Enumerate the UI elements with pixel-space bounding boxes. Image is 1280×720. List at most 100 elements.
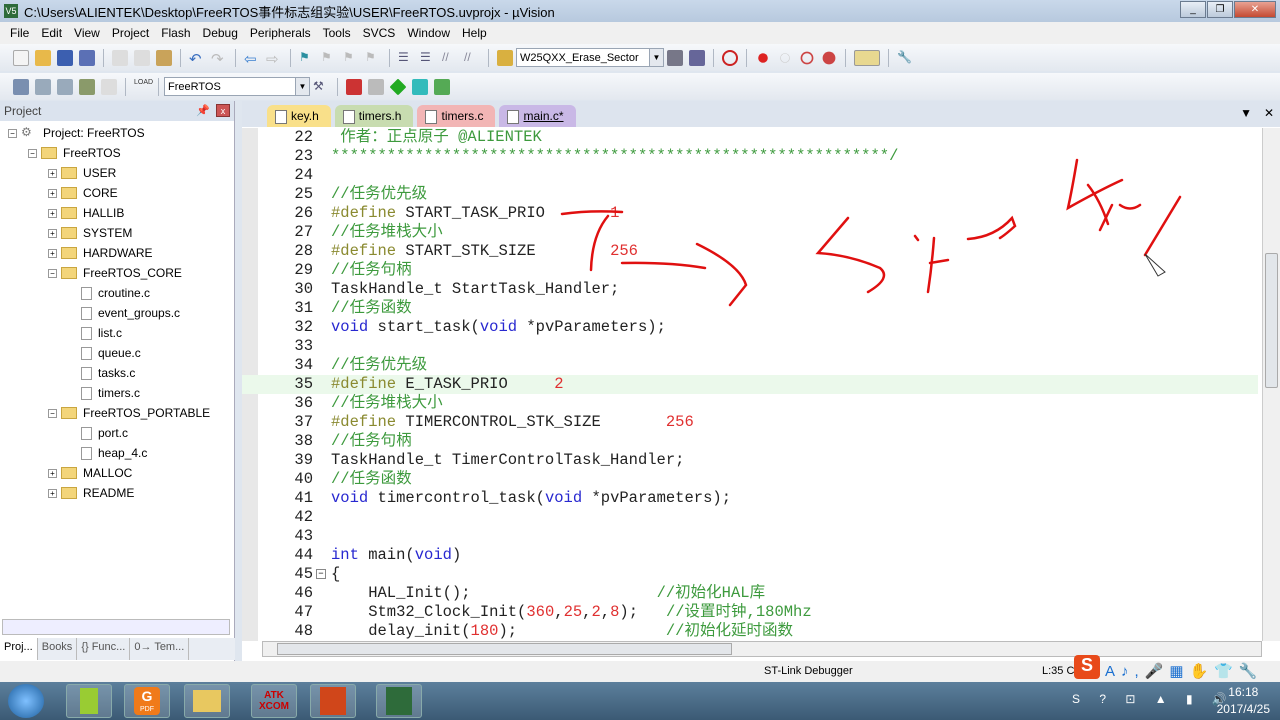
code-line[interactable]: 27 //任务堆栈大小 bbox=[242, 223, 1258, 242]
tree-item[interactable]: port.c bbox=[0, 423, 232, 443]
open-file-icon[interactable] bbox=[35, 49, 51, 66]
manage-components-icon[interactable] bbox=[346, 78, 362, 95]
panel-tab[interactable]: Proj... bbox=[0, 638, 38, 660]
comment-icon[interactable]: // bbox=[442, 50, 458, 66]
code-line[interactable]: 26 #define START_TASK_PRIO 1 bbox=[242, 204, 1258, 223]
expand-icon[interactable]: + bbox=[48, 228, 57, 238]
next-bookmark-icon[interactable]: ⚑ bbox=[343, 50, 359, 66]
menu-edit[interactable]: Edit bbox=[35, 26, 68, 40]
navigate-forward-icon[interactable]: ⇨ bbox=[266, 50, 282, 68]
close-editor-icon[interactable]: ✕ bbox=[1264, 106, 1274, 120]
code-line[interactable]: 42 bbox=[242, 508, 1258, 527]
new-file-icon[interactable] bbox=[13, 49, 29, 66]
target-combo[interactable]: FreeRTOS ▼ bbox=[164, 77, 310, 96]
project-horizontal-scrollbar[interactable] bbox=[2, 619, 230, 635]
taskbar-app-pdf[interactable]: G PDF bbox=[124, 684, 170, 718]
breakpoint-icon[interactable] bbox=[758, 52, 768, 63]
redo-icon[interactable]: ↷ bbox=[211, 50, 227, 68]
paste-icon[interactable] bbox=[156, 49, 172, 66]
undo-icon[interactable]: ↶ bbox=[189, 50, 205, 68]
tree-item[interactable]: croutine.c bbox=[0, 283, 232, 303]
panel-tab[interactable]: Books bbox=[38, 638, 78, 660]
tree-item[interactable]: + README bbox=[0, 483, 232, 503]
clock[interactable]: 16:18 2017/4/25 bbox=[1217, 684, 1270, 718]
tree-item[interactable]: − FreeRTOS_CORE bbox=[0, 263, 232, 283]
find-icon[interactable] bbox=[667, 49, 683, 66]
panel-tab[interactable]: {} Func... bbox=[77, 638, 131, 660]
tree-item[interactable]: timers.c bbox=[0, 383, 232, 403]
code-line[interactable]: 40 //任务函数 bbox=[242, 470, 1258, 489]
menu-svcs[interactable]: SVCS bbox=[357, 26, 402, 40]
navigate-back-icon[interactable]: ⇦ bbox=[244, 50, 260, 68]
chevron-down-icon[interactable]: ▼ bbox=[295, 78, 309, 95]
menu-debug[interactable]: Debug bbox=[197, 26, 244, 40]
save-icon[interactable] bbox=[57, 49, 73, 66]
kill-all-breakpoints-icon[interactable] bbox=[822, 51, 836, 64]
menu-view[interactable]: View bbox=[68, 26, 106, 40]
expand-icon[interactable]: + bbox=[48, 208, 57, 218]
chevron-down-icon[interactable]: ▼ bbox=[649, 49, 663, 66]
tree-item[interactable]: list.c bbox=[0, 323, 232, 343]
panel-tab[interactable]: 0→ Tem... bbox=[130, 638, 190, 660]
configure-icon[interactable]: 🔧 bbox=[897, 50, 913, 66]
tree-item[interactable]: + SYSTEM bbox=[0, 223, 232, 243]
horizontal-scroll-thumb[interactable] bbox=[277, 643, 732, 655]
menu-file[interactable]: File bbox=[4, 26, 35, 40]
collapse-icon[interactable]: − bbox=[8, 128, 17, 138]
translate-icon[interactable] bbox=[13, 78, 29, 95]
code-line[interactable]: 24 bbox=[242, 166, 1258, 185]
editor-tab[interactable]: timers.h bbox=[334, 105, 414, 127]
incremental-find-icon[interactable] bbox=[689, 49, 705, 66]
code-line[interactable]: 36 //任务堆栈大小 bbox=[242, 394, 1258, 413]
batch-build-icon[interactable] bbox=[79, 78, 95, 95]
expand-icon[interactable]: + bbox=[48, 468, 57, 478]
tree-item[interactable]: − FreeRTOS_PORTABLE bbox=[0, 403, 232, 423]
debug-session-icon[interactable] bbox=[722, 49, 738, 66]
disable-all-breakpoints-icon[interactable] bbox=[800, 51, 814, 64]
load-icon[interactable]: LOAD bbox=[134, 79, 153, 95]
build-icon[interactable] bbox=[35, 78, 51, 95]
code-line[interactable]: 30 TaskHandle_t StartTask_Handler; bbox=[242, 280, 1258, 299]
code-line[interactable]: 41 void timercontrol_task(void *pvParamet… bbox=[242, 489, 1258, 508]
code-line[interactable]: 29 //任务句柄 bbox=[242, 261, 1258, 280]
stop-build-icon[interactable] bbox=[101, 78, 117, 95]
code-line[interactable]: 33 bbox=[242, 337, 1258, 356]
taskbar-app-explorer[interactable] bbox=[184, 684, 230, 718]
code-line[interactable]: 28 #define START_STK_SIZE 256 bbox=[242, 242, 1258, 261]
editor-horizontal-scrollbar[interactable] bbox=[262, 641, 1262, 657]
rebuild-icon[interactable] bbox=[57, 78, 73, 95]
pin-icon[interactable]: 📌 bbox=[196, 104, 210, 117]
taskbar-app-notepadpp[interactable] bbox=[66, 684, 112, 718]
close-button[interactable]: ✕ bbox=[1234, 1, 1276, 18]
collapse-icon[interactable]: − bbox=[48, 408, 57, 418]
expand-icon[interactable]: + bbox=[48, 488, 57, 498]
expand-icon[interactable]: + bbox=[48, 168, 57, 178]
indent-icon[interactable]: ☰ bbox=[398, 50, 414, 66]
bookmark-icon[interactable]: ⚑ bbox=[299, 50, 315, 66]
taskbar-app-xcom[interactable]: ATK XCOM bbox=[251, 684, 297, 718]
menu-window[interactable]: Window bbox=[401, 26, 456, 40]
unindent-icon[interactable]: ☰ bbox=[420, 50, 436, 66]
code-line[interactable]: 43 bbox=[242, 527, 1258, 546]
tree-item[interactable]: queue.c bbox=[0, 343, 232, 363]
restore-button[interactable]: ❐ bbox=[1207, 1, 1233, 18]
tree-item[interactable]: tasks.c bbox=[0, 363, 232, 383]
expand-icon[interactable]: + bbox=[48, 248, 57, 258]
tree-item[interactable]: + HARDWARE bbox=[0, 243, 232, 263]
save-all-icon[interactable] bbox=[79, 49, 95, 66]
tree-item[interactable]: − FreeRTOS bbox=[0, 143, 232, 163]
taskbar-app-powerpoint[interactable] bbox=[310, 684, 356, 718]
code-line[interactable]: 35 #define E_TASK_PRIO 2 bbox=[242, 375, 1258, 394]
tree-item[interactable]: heap_4.c bbox=[0, 443, 232, 463]
uncomment-icon[interactable]: // bbox=[464, 50, 480, 66]
menu-flash[interactable]: Flash bbox=[155, 26, 196, 40]
code-line[interactable]: 38 //任务句柄 bbox=[242, 432, 1258, 451]
expand-icon[interactable]: + bbox=[48, 188, 57, 198]
taskbar-app-uvision[interactable] bbox=[376, 684, 422, 718]
minimize-button[interactable]: _ bbox=[1180, 1, 1206, 18]
start-button[interactable] bbox=[8, 684, 44, 718]
tree-item[interactable]: + HALLIB bbox=[0, 203, 232, 223]
close-panel-icon[interactable]: x bbox=[216, 104, 230, 117]
code-line[interactable]: 47 Stm32_Clock_Init(360,25,2,8); //设置时钟,… bbox=[242, 603, 1258, 622]
manage-run-time-icon[interactable] bbox=[389, 78, 407, 95]
